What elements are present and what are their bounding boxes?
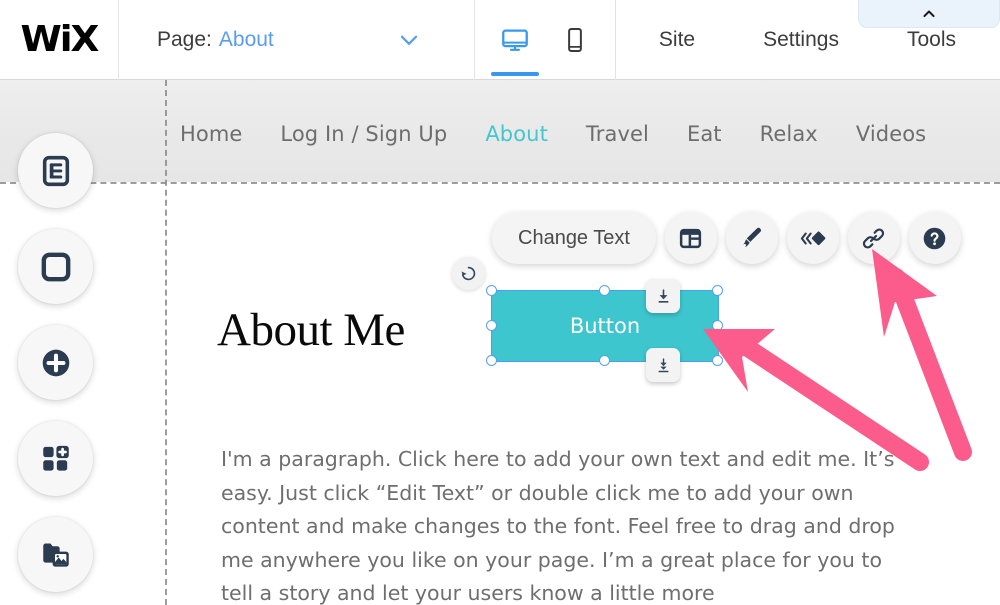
paint-brush-icon [743,227,761,247]
vertical-guide-line [165,80,167,605]
desktop-view-button[interactable] [491,23,539,76]
element-floating-toolbar: Change Text [492,212,961,264]
dock-to-bottom-icon [657,357,669,372]
chevron-down-icon[interactable] [396,27,422,53]
resize-handle-bottom-right[interactable] [712,355,723,366]
animation-button[interactable] [786,212,839,264]
site-navigation-menu[interactable]: Home Log In / Sign Up About Travel Eat R… [180,112,964,156]
page-selector-label: Page: [157,27,212,51]
dock-to-top-icon [657,288,669,303]
selected-button[interactable]: Button [491,290,719,362]
sidebar-item-menus-and-pages[interactable] [18,133,93,208]
page-paragraph[interactable]: I'm a paragraph. Click here to add your … [221,443,911,605]
rotate-counterclockwise-icon [461,266,476,281]
layouts-button[interactable] [664,212,717,264]
change-text-label: Change Text [518,226,630,249]
chevron-up-icon [923,10,935,17]
sidebar-item-my-uploads[interactable] [18,517,93,592]
wix-logo-text: WiX [20,19,100,60]
nav-item-relax[interactable]: Relax [760,122,818,146]
nav-item-about[interactable]: About [485,122,548,146]
wix-logo[interactable]: WiX [0,0,118,80]
menu-item-site[interactable]: Site [625,0,729,80]
animation-icon [801,230,826,245]
page-heading[interactable]: About Me [217,303,405,357]
resize-handle-top-left[interactable] [486,285,497,296]
page-selector-value: About [218,27,274,51]
media-images-icon [42,543,69,567]
dock-to-top-button[interactable] [646,279,680,313]
layout-panel-icon [680,228,702,248]
sidebar-item-add-apps[interactable] [18,421,93,496]
desktop-icon [502,29,528,51]
editor-top-bar: WiX Page: About Site Settings Tools [0,0,1000,80]
apps-grid-plus-icon [42,445,69,471]
nav-item-home[interactable]: Home [180,122,242,146]
menu-item-settings[interactable]: Settings [729,0,873,80]
horizontal-guide-line [0,182,1000,184]
wix-editor-window: Home Log In / Sign Up About Travel Eat R… [0,0,1000,605]
sidebar-item-add[interactable] [18,325,93,400]
viewport-toggle [475,0,615,80]
dock-to-bottom-button[interactable] [646,348,680,382]
resize-handle-top-right[interactable] [712,285,723,296]
help-button[interactable] [908,212,961,264]
nav-item-videos[interactable]: Videos [856,122,926,146]
resize-handle-bottom-left[interactable] [486,355,497,366]
nav-item-travel[interactable]: Travel [586,122,649,146]
link-button[interactable] [847,212,900,264]
selected-button-label: Button [569,314,641,338]
pages-document-icon [42,155,69,186]
selected-element-wrapper: Button [486,279,723,382]
page-selector[interactable]: Page: About [119,0,474,80]
background-square-icon [41,252,70,281]
tools-panel-collapse-tab[interactable] [858,0,1000,28]
resize-handle-top-center[interactable] [599,285,610,296]
rotate-handle[interactable] [452,257,485,290]
resize-handle-bottom-center[interactable] [599,355,610,366]
desktop-active-underline [491,71,539,76]
sidebar-item-background[interactable] [18,229,93,304]
resize-handle-middle-right[interactable] [712,320,723,331]
link-chain-icon [863,228,885,248]
nav-item-eat[interactable]: Eat [687,122,722,146]
arrow-to-link-button [872,249,972,461]
mobile-icon [568,27,582,52]
nav-item-login[interactable]: Log In / Sign Up [280,122,447,146]
left-sidebar [18,133,93,605]
design-button[interactable] [725,212,778,264]
resize-handle-middle-left[interactable] [486,320,497,331]
plus-circle-icon [42,349,69,376]
mobile-view-button[interactable] [558,23,592,57]
help-question-icon [924,227,946,249]
change-text-button[interactable]: Change Text [492,212,656,264]
